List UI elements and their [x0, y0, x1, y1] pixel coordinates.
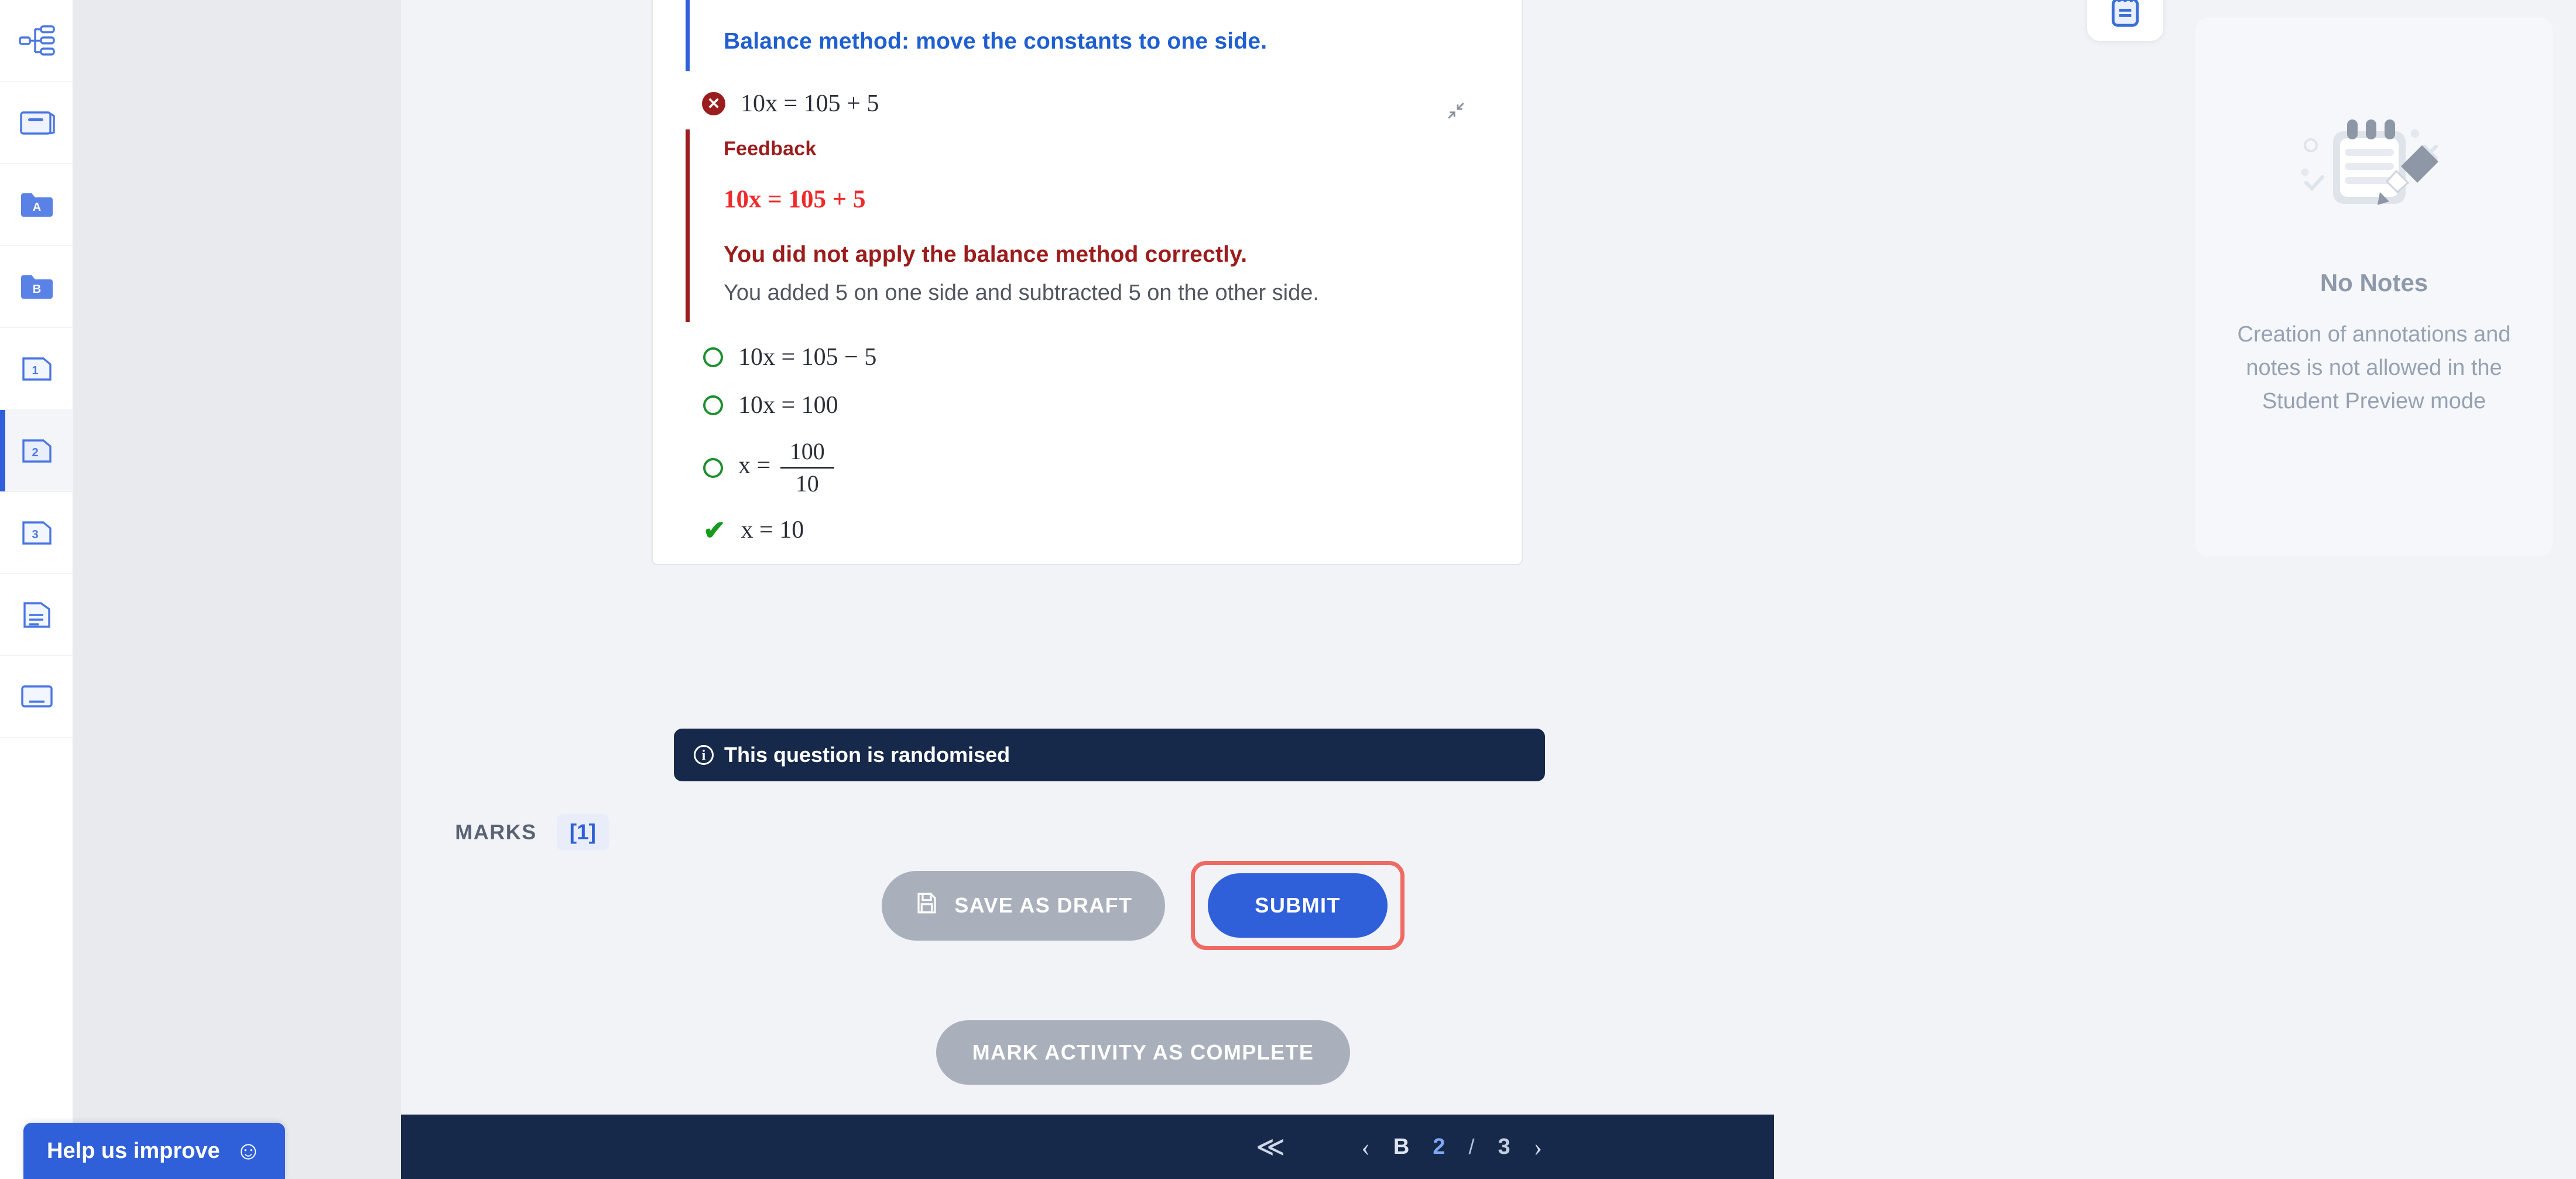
pager-separator: /	[1468, 1134, 1475, 1159]
pager-total-pages: 3	[1498, 1134, 1510, 1159]
first-page-button[interactable]: ≪	[1256, 1130, 1285, 1163]
feedback-message: You did not apply the balance method cor…	[724, 242, 1248, 267]
notepad-icon	[2107, 0, 2143, 33]
pager-current-page: 2	[1433, 1134, 1445, 1159]
option-row[interactable]: 10x = 105 − 5	[703, 343, 1522, 371]
main-canvas: 10 x + 5 = 105 Hint 10x + 5 = 105 Balanc	[401, 0, 2576, 1179]
book-icon	[19, 107, 55, 139]
sidebar-item-document[interactable]	[0, 574, 73, 656]
randomised-banner-text: This question is randomised	[724, 743, 1010, 767]
notes-description: Creation of annotations and notes is not…	[2237, 322, 2511, 413]
pager-section-label: B	[1393, 1134, 1410, 1159]
sidebar-item-page-3[interactable]: 3	[0, 492, 73, 574]
option-label: x = 100 10	[738, 439, 838, 496]
sidebar-item-structure[interactable]	[0, 0, 73, 82]
sidebar-item-folder-b[interactable]: B	[0, 246, 73, 328]
collapse-icon[interactable]	[1441, 95, 1471, 126]
fraction-bar	[780, 467, 834, 469]
activity-page-column: 10 x + 5 = 105 Hint 10x + 5 = 105 Balanc	[401, 0, 1774, 1179]
option-row[interactable]: ✔ x = 10	[703, 516, 1522, 544]
option-label: 10x = 105 − 5	[738, 344, 877, 371]
mark-complete-wrap: MARK ACTIVITY AS COMPLETE	[401, 1020, 1774, 1085]
notes-panel-tab[interactable]	[2087, 0, 2163, 41]
radio-unselected-icon[interactable]	[703, 457, 723, 478]
activity-pager: ≪ ‹ B 2 / 3 ›	[401, 1115, 1774, 1179]
save-as-draft-button[interactable]: SAVE AS DRAFT	[882, 870, 1166, 941]
fraction-denominator: 10	[795, 470, 819, 497]
submit-highlight-ring: SUBMIT	[1191, 861, 1405, 950]
notepad-highlighter-icon	[2286, 105, 2462, 243]
hint-callout: Hint 10x + 5 = 105 Balance method: move …	[686, 0, 1522, 71]
whiteboard-icon	[19, 681, 55, 713]
svg-text:B: B	[32, 283, 40, 296]
page-gutter	[73, 0, 401, 1179]
page-2-icon: 2	[19, 435, 55, 467]
radio-unselected-icon[interactable]	[703, 347, 723, 367]
svg-text:A: A	[32, 201, 40, 214]
marks-label: MARKS	[455, 820, 537, 844]
page-1-icon: 1	[19, 353, 55, 385]
page-3-icon: 3	[19, 517, 55, 549]
left-icon-rail: A B 1 2 3	[0, 0, 73, 1179]
next-page-button[interactable]: ›	[1534, 1132, 1543, 1162]
prev-page-button[interactable]: ‹	[1361, 1132, 1370, 1162]
fraction-numerator: 100	[789, 438, 825, 464]
sidebar-item-page-1[interactable]: 1	[0, 328, 73, 410]
info-icon: i	[694, 745, 714, 765]
help-label: Help us improve	[47, 1138, 220, 1163]
checkmark-icon: ✔	[703, 515, 726, 545]
svg-text:1: 1	[32, 364, 38, 377]
action-button-row: SAVE AS DRAFT SUBMIT	[401, 861, 1774, 950]
marks-value: [1]	[556, 814, 609, 850]
option-label-lead: x =	[738, 452, 777, 480]
wrong-answer-equation: 10x = 105 + 5	[741, 90, 879, 117]
feedback-equation: 10x = 105 + 5	[724, 186, 866, 213]
pager-controls: ‹ B 2 / 3 ›	[1361, 1132, 1542, 1162]
option-label: x = 10	[741, 517, 804, 544]
wrong-answer-block: ✕ 10x = 105 + 5 Feedback 10x = 105 + 5 Y…	[653, 71, 1522, 322]
svg-text:2: 2	[32, 446, 38, 459]
feedback-title: Feedback	[724, 138, 817, 160]
folder-a-icon: A	[19, 189, 55, 221]
marks-row: MARKS [1]	[401, 814, 1774, 850]
document-icon	[19, 599, 55, 631]
app-root: A B 1 2 3 Balance method: move the const…	[0, 0, 2576, 1179]
radio-unselected-icon[interactable]	[703, 395, 723, 415]
sidebar-item-whiteboard[interactable]	[0, 656, 73, 738]
option-row[interactable]: 10x = 100	[703, 391, 1522, 419]
sitemap-icon	[18, 25, 55, 57]
hint-message: Balance method: move the constants to on…	[724, 29, 1268, 54]
folder-b-icon: B	[19, 271, 55, 303]
wrong-answer-row: ✕ 10x = 105 + 5	[653, 71, 1522, 118]
notes-empty-card: No Notes Creation of annotations and not…	[2195, 18, 2553, 556]
sidebar-item-folder-a[interactable]: A	[0, 164, 73, 246]
option-row[interactable]: x = 100 10	[703, 439, 1522, 496]
save-as-draft-label: SAVE AS DRAFT	[954, 893, 1133, 917]
sidebar-item-book[interactable]	[0, 82, 73, 164]
randomised-banner-wrap: i This question is randomised	[652, 713, 1545, 781]
fraction: 100 10	[780, 439, 834, 496]
randomised-banner: i This question is randomised	[674, 729, 1545, 781]
error-x-icon: ✕	[702, 92, 725, 115]
sidebar-item-page-2[interactable]: 2	[0, 410, 73, 492]
submit-button[interactable]: SUBMIT	[1208, 873, 1388, 938]
hint-equation: 10x + 5 = 105	[724, 0, 1522, 1]
option-label: 10x = 100	[738, 392, 838, 419]
help-us-improve-button[interactable]: Help us improve ☺	[23, 1123, 285, 1179]
feedback-callout: Feedback 10x = 105 + 5 You did not apply…	[686, 129, 1522, 322]
mark-activity-complete-button[interactable]: MARK ACTIVITY AS COMPLETE	[936, 1020, 1351, 1085]
floppy-disk-icon	[914, 891, 939, 921]
hint-block: Hint 10x + 5 = 105 Balance method: move …	[653, 0, 1522, 71]
option-list: 10x = 105 − 5 10x = 100 x = 100 10 ✔ x = …	[653, 322, 1522, 544]
question-box: 10 x + 5 = 105 Hint 10x + 5 = 105 Balanc	[652, 0, 1523, 565]
notes-title: No Notes	[2320, 269, 2428, 296]
svg-text:3: 3	[32, 528, 38, 541]
feedback-detail: You added 5 on one side and subtracted 5…	[724, 281, 1319, 305]
smiley-icon: ☺	[235, 1136, 262, 1165]
